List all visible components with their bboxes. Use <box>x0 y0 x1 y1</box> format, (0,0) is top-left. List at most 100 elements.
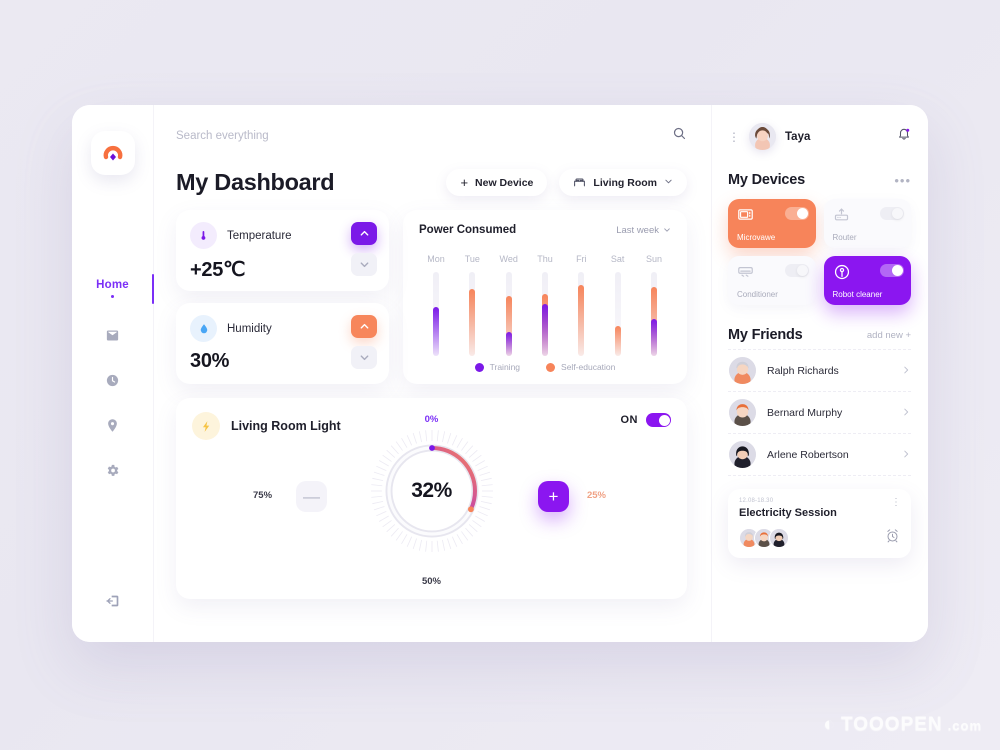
legend-label: Training <box>489 362 521 372</box>
humidity-decrease-button[interactable] <box>351 346 377 369</box>
chart-bar-self-education <box>578 285 585 356</box>
device-toggle[interactable] <box>880 264 904 277</box>
gauge-value: 32% <box>411 479 452 502</box>
user-menu-kebab-icon[interactable]: ⋮ <box>728 131 740 143</box>
temperature-decrease-button[interactable] <box>351 253 377 276</box>
chart-day-label: Wed <box>499 254 518 264</box>
gauge-label-top: 0% <box>424 414 439 425</box>
humidity-card: Humidity 30% <box>176 303 389 384</box>
chart-day-label: Fri <box>576 254 587 264</box>
thermometer-icon <box>190 222 217 249</box>
chart-bar-column: Thu <box>532 254 558 356</box>
chart-legend-item: Self-education <box>546 362 615 372</box>
friend-list-item[interactable]: Ralph Richards <box>728 349 911 392</box>
friends-section-title: My Friends <box>728 327 803 343</box>
brightness-gauge[interactable]: 32% <box>367 426 497 556</box>
brightness-decrease-button[interactable]: — <box>296 481 327 512</box>
session-participant-avatar <box>769 528 789 548</box>
brightness-increase-button[interactable]: + <box>538 481 569 512</box>
device-tile[interactable]: Conditioner <box>728 256 816 305</box>
chart-day-label: Thu <box>537 254 553 264</box>
search-input[interactable] <box>176 126 672 146</box>
humidity-increase-button[interactable] <box>351 315 377 338</box>
light-power-toggle[interactable]: ON <box>621 413 671 427</box>
chevron-right-icon[interactable] <box>901 446 911 464</box>
session-time: 12.08-18.30 <box>739 498 774 504</box>
chart-legend: Training Self-education <box>419 356 671 374</box>
devices-section-header: My Devices ••• <box>728 172 911 188</box>
friend-name: Ralph Richards <box>767 364 839 377</box>
page-title: My Dashboard <box>176 169 335 195</box>
bell-icon[interactable] <box>897 127 911 146</box>
add-new-device-button[interactable]: + New Device <box>446 169 548 196</box>
location-pin-icon <box>105 418 120 433</box>
chart-day-label: Tue <box>464 254 480 264</box>
device-toggle[interactable] <box>880 207 904 220</box>
sidebar-item-location[interactable] <box>72 418 153 433</box>
search-icon[interactable] <box>672 126 687 146</box>
chart-bar-track <box>469 272 476 356</box>
sidebar-item-home[interactable]: Home <box>72 274 154 304</box>
chevron-down-icon <box>664 228 670 232</box>
chart-legend-item: Training <box>474 362 521 372</box>
friend-avatar <box>729 441 756 468</box>
chart-range-selector[interactable]: Last week <box>616 225 671 236</box>
devices-more-button[interactable]: ••• <box>894 174 911 187</box>
brand-logo[interactable] <box>90 131 135 175</box>
friends-section-header: My Friends add new + <box>728 327 911 343</box>
light-switch[interactable] <box>646 413 671 427</box>
gauge-label-left: 75% <box>253 490 273 501</box>
user-avatar-icon <box>749 123 776 150</box>
gauge-label-right: 25% <box>586 490 606 501</box>
room-selector[interactable]: Living Room <box>559 169 687 196</box>
chart-bar-training <box>433 307 439 356</box>
device-label: Conditioner <box>737 290 778 299</box>
add-friend-button[interactable]: add new + <box>867 330 911 341</box>
chart-bar-track <box>614 272 621 356</box>
watermark: ◐ TOOOPEN .com <box>824 714 983 736</box>
device-label: Router <box>832 233 857 242</box>
toggle-knob <box>796 208 808 219</box>
device-tile[interactable]: Router <box>823 199 911 248</box>
logout-icon <box>105 595 121 613</box>
temperature-increase-button[interactable] <box>351 222 377 245</box>
sidebar-item-settings[interactable] <box>72 463 153 478</box>
chart-bar-track <box>505 272 512 356</box>
alarm-clock-icon[interactable] <box>885 528 900 548</box>
chart-day-label: Mon <box>427 254 445 264</box>
chart-bar-track <box>541 272 548 356</box>
friend-name: Arlene Robertson <box>767 448 849 461</box>
sidebar-item-messages[interactable] <box>72 328 153 343</box>
device-toggle[interactable] <box>784 264 809 277</box>
logout-button[interactable] <box>105 593 121 614</box>
device-toggle[interactable] <box>784 207 809 220</box>
chevron-right-icon[interactable] <box>901 362 911 380</box>
user-header: ⋮ Taya <box>728 123 911 150</box>
app-window: Home Search everything My Dashboard + Ne… <box>72 105 928 642</box>
avatar[interactable] <box>749 123 776 150</box>
temperature-value: +25℃ <box>190 259 246 281</box>
chart-bar-column: Tue <box>459 254 485 356</box>
session-footer <box>739 528 900 548</box>
watermark-glyph: ◐ <box>823 714 836 735</box>
device-tile[interactable]: Microvawe <box>728 199 816 248</box>
gear-icon <box>105 463 120 478</box>
chevron-down-icon <box>360 262 368 268</box>
legend-color-dot <box>474 362 484 372</box>
toggle-knob <box>796 265 808 276</box>
humidity-label: Humidity <box>227 322 272 335</box>
chart-bar-column: Sun <box>641 254 667 356</box>
friend-list-item[interactable]: Arlene Robertson <box>728 434 911 476</box>
chart-plot-area: Mon Tue Wed Thu Fri Sat Sun <box>419 245 671 356</box>
main-content: My Dashboard + New Device Living Room <box>154 105 712 642</box>
chevron-right-icon[interactable] <box>901 404 911 422</box>
sidebar-item-history[interactable] <box>72 373 153 388</box>
chart-bar-column: Wed <box>496 254 522 356</box>
device-label: Microvawe <box>737 233 776 242</box>
power-consumed-chart-card: Power Consumed Last week Mon Tue Wed Thu Fri… <box>403 210 687 384</box>
chevron-up-icon <box>360 230 368 236</box>
device-tile[interactable]: Robot cleaner <box>823 256 911 305</box>
friend-list-item[interactable]: Bernard Murphy <box>728 392 911 434</box>
session-kebab-icon[interactable]: ⋮ <box>891 498 901 508</box>
electricity-session-card[interactable]: ⋮ 12.08-18.30 Electricity Session <box>728 489 911 558</box>
